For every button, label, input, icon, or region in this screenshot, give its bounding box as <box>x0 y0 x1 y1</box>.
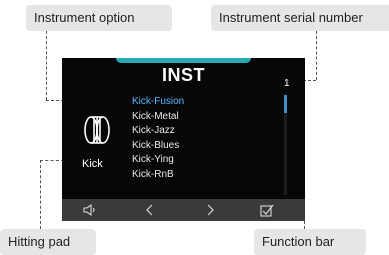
scrollbar-thumb[interactable] <box>284 95 287 113</box>
callout-hitting-pad: Hitting pad <box>0 229 96 255</box>
instrument-option[interactable]: Kick-Blues <box>132 139 184 154</box>
speaker-icon[interactable] <box>70 199 110 221</box>
leader-line-serial-number <box>316 31 317 80</box>
instrument-serial-number: 1 <box>284 78 290 89</box>
instrument-option[interactable]: Kick-Metal <box>132 110 184 125</box>
instrument-option[interactable]: Kick-RnB <box>132 168 184 183</box>
device-screen: INST 1 Kick-Fusion Kick-Metal Kick-Jazz … <box>62 58 305 221</box>
header-accent-bar <box>116 58 251 63</box>
instrument-option[interactable]: Kick-Fusion <box>132 95 184 110</box>
leader-line-instrument-option <box>46 31 47 100</box>
instrument-option[interactable]: Kick-Ying <box>132 153 184 168</box>
left-arrow-icon[interactable] <box>130 199 170 221</box>
bass-drum-icon <box>80 113 114 152</box>
right-arrow-icon[interactable] <box>190 199 230 221</box>
callout-function-bar: Function bar <box>254 229 366 255</box>
leader-line-hitting-pad <box>40 160 41 229</box>
function-bar <box>62 199 305 221</box>
hitting-pad-label: Kick <box>82 158 103 170</box>
instrument-option[interactable]: Kick-Jazz <box>132 124 184 139</box>
scrollbar[interactable] <box>284 95 287 195</box>
screen-title: INST <box>161 65 205 85</box>
instrument-list[interactable]: Kick-Fusion Kick-Metal Kick-Jazz Kick-Bl… <box>132 95 184 183</box>
callout-instrument-option: Instrument option <box>26 5 172 31</box>
callout-instrument-serial-number: Instrument serial number <box>211 5 389 31</box>
checkbox-icon[interactable] <box>247 199 287 221</box>
